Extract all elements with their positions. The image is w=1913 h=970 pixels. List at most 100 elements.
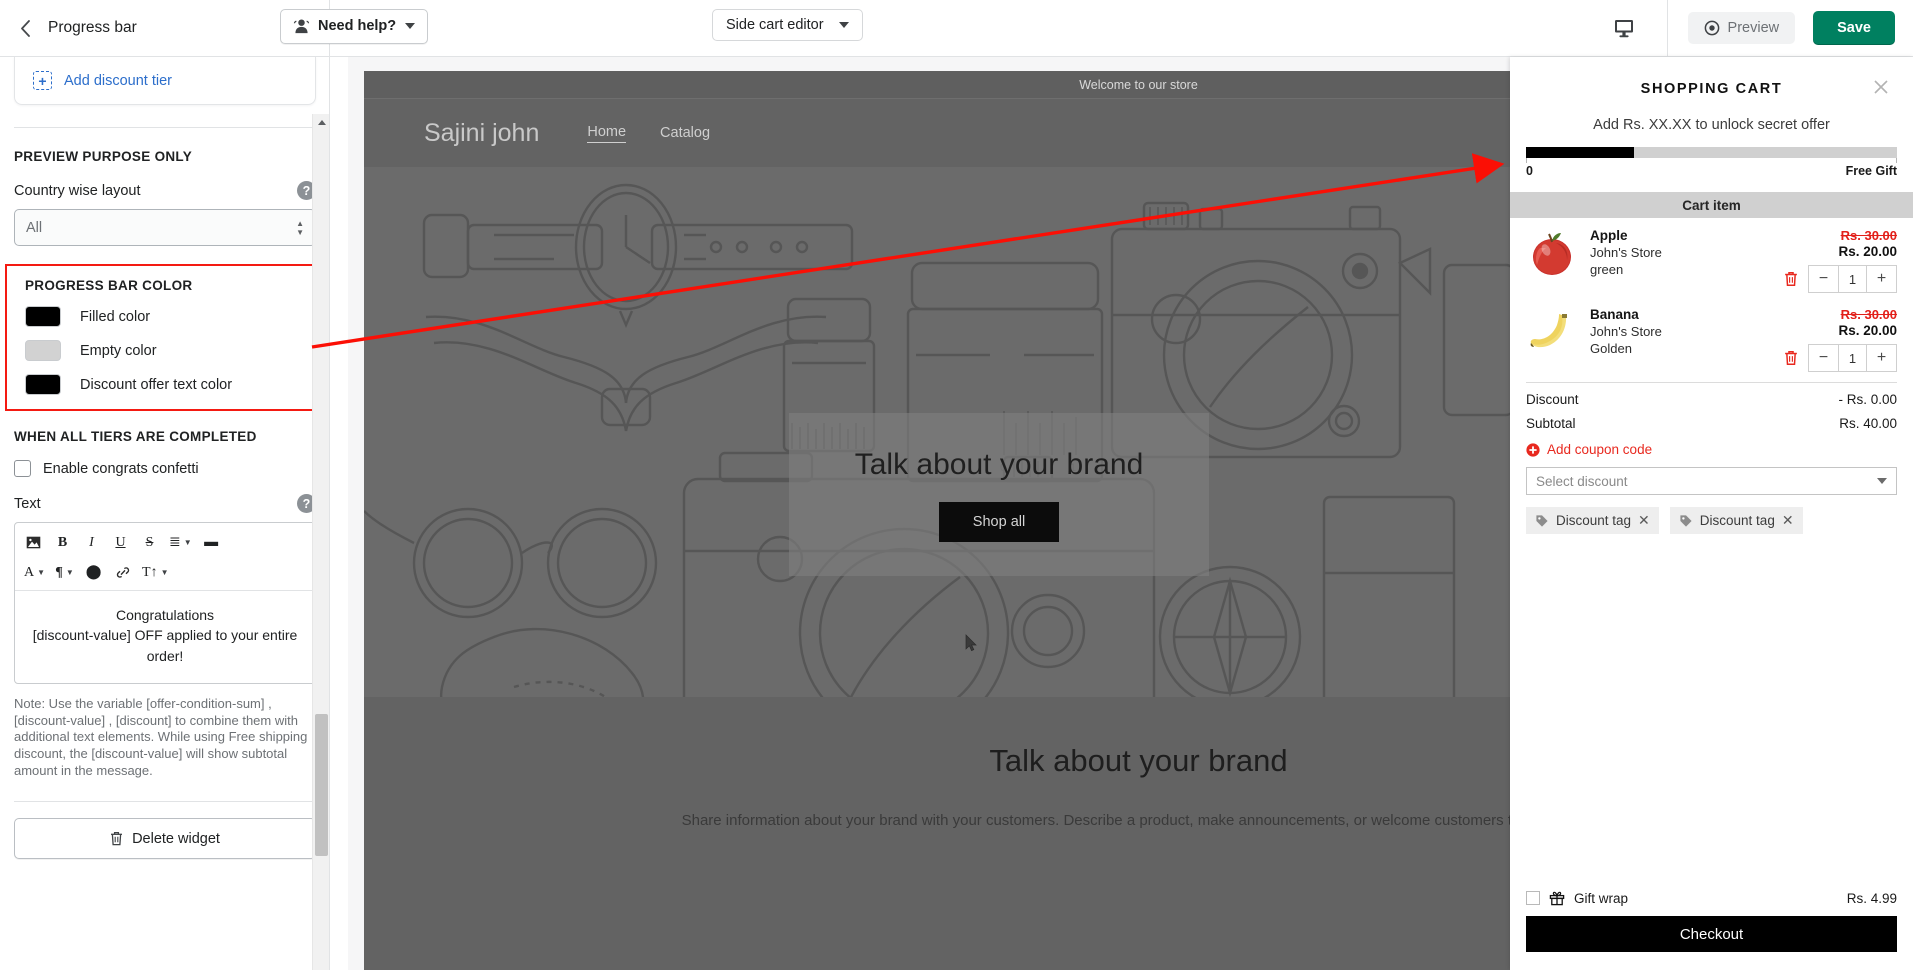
- app-root: Progress bar Need help? Side cart editor: [0, 0, 1913, 970]
- cart-items-header: Cart item: [1510, 192, 1913, 218]
- image-icon[interactable]: [21, 530, 46, 555]
- bold-icon[interactable]: B: [50, 530, 75, 555]
- need-help-button[interactable]: Need help?: [280, 8, 429, 44]
- hero-heading: Talk about your brand: [854, 447, 1144, 481]
- banana-image: [1530, 314, 1567, 348]
- discount-tag-label: Discount tag: [1556, 513, 1632, 528]
- subtotal-value: Rs. 40.00: [1839, 416, 1897, 431]
- qty-increase-button[interactable]: +: [1867, 266, 1896, 292]
- scroll-up-arrow-icon[interactable]: [313, 114, 329, 131]
- qty-decrease-button[interactable]: −: [1809, 266, 1838, 292]
- toolbar-divider: [1666, 0, 1668, 57]
- country-layout-select[interactable]: All ▲ ▼: [14, 209, 316, 246]
- cart-item-row: Banana John's Store Golden Rs. 30.00 Rs.…: [1526, 297, 1897, 376]
- font-size-icon[interactable]: T↑ ▼: [139, 560, 171, 585]
- sidebar-divider-2: [14, 801, 316, 803]
- editor-line-2: [discount-value] OFF applied to your ent…: [32, 627, 298, 664]
- checkout-button[interactable]: Checkout: [1526, 916, 1897, 952]
- page-title: Progress bar: [48, 19, 137, 36]
- paragraph-icon[interactable]: ¶ ▼: [52, 560, 77, 585]
- add-discount-tier-button[interactable]: + Add discount tier: [33, 71, 297, 90]
- progress-bar-labels: 0 Free Gift: [1526, 164, 1897, 178]
- discount-tag-chip[interactable]: Discount tag ✕: [1669, 507, 1803, 534]
- editor-toolbar-row-1: B I U S ≣ ▼ ▬: [21, 530, 309, 555]
- top-bar-right: Preview Save: [1601, 0, 1913, 57]
- editor-toolbar: B I U S ≣ ▼ ▬ A ▼ ¶ ▼ ⬤ T↑ ▼: [15, 523, 315, 591]
- cart-item-vendor: John's Store: [1590, 245, 1662, 260]
- editor-mode-select[interactable]: Side cart editor: [712, 8, 863, 41]
- save-button[interactable]: Save: [1813, 11, 1895, 45]
- select-discount-dropdown[interactable]: Select discount: [1526, 467, 1897, 495]
- back-chevron-icon[interactable]: [14, 17, 36, 39]
- hero-card: Talk about your brand Shop all: [789, 413, 1209, 576]
- progress-offer-block: Add Rs. XX.XX to unlock secret offer 0 F…: [1510, 109, 1913, 178]
- empty-color-label: Empty color: [80, 342, 157, 359]
- qty-value[interactable]: 1: [1838, 345, 1867, 371]
- desktop-monitor-icon: [1614, 19, 1633, 37]
- sidebar-scrollbar[interactable]: [312, 114, 329, 970]
- delete-widget-button[interactable]: Delete widget: [14, 818, 316, 860]
- color-row-offer-text: Discount offer text color: [25, 374, 314, 395]
- tag-icon: [1680, 514, 1692, 527]
- qty-decrease-button[interactable]: −: [1809, 345, 1838, 371]
- tag-icon: [1536, 514, 1548, 527]
- color-row-empty: Empty color: [25, 340, 314, 361]
- cart-item-pricing: Rs. 30.00 Rs. 20.00 − 1 +: [1757, 226, 1897, 293]
- apple-image: [1533, 233, 1571, 275]
- progress-start-label: 0: [1526, 164, 1533, 178]
- progress-bar-track: [1526, 147, 1897, 163]
- text-color-icon[interactable]: A ▼: [21, 560, 48, 585]
- remove-tag-x-icon[interactable]: ✕: [1782, 512, 1794, 529]
- editor-content[interactable]: Congratulations [discount-value] OFF app…: [15, 591, 315, 683]
- store-name: Sajini john: [424, 118, 540, 147]
- settings-sidebar: + Add discount tier PREVIEW PURPOSE ONLY…: [0, 57, 330, 970]
- strikethrough-icon[interactable]: S: [137, 530, 162, 555]
- scrollbar-thumb[interactable]: [315, 714, 328, 856]
- stepper-arrows-icon: ▲ ▼: [296, 218, 304, 237]
- discount-row: Discount - Rs. 0.00: [1526, 392, 1897, 407]
- gift-wrap-price: Rs. 4.99: [1846, 890, 1897, 906]
- enable-confetti-checkbox[interactable]: [14, 460, 31, 477]
- cart-item-name: Banana: [1590, 307, 1639, 322]
- empty-color-swatch[interactable]: [25, 340, 61, 361]
- shop-all-button[interactable]: Shop all: [938, 501, 1060, 542]
- variables-note: Note: Use the variable [offer-condition-…: [14, 696, 308, 778]
- italic-icon[interactable]: I: [79, 530, 104, 555]
- remove-item-trash-icon[interactable]: [1784, 350, 1798, 366]
- link-icon[interactable]: [110, 560, 135, 585]
- horizontal-rule-icon[interactable]: ▬: [199, 530, 224, 555]
- qty-increase-button[interactable]: +: [1867, 345, 1896, 371]
- nav-link-catalog[interactable]: Catalog: [660, 125, 710, 141]
- underline-icon[interactable]: U: [108, 530, 133, 555]
- confetti-row: Enable congrats confetti: [14, 460, 316, 477]
- discount-tag-chip[interactable]: Discount tag ✕: [1526, 507, 1659, 534]
- highlight-color-icon[interactable]: ⬤: [81, 560, 106, 585]
- color-row-filled: Filled color: [25, 306, 314, 327]
- discount-tags: Discount tag ✕ Discount tag ✕: [1526, 507, 1897, 534]
- desktop-view-button[interactable]: [1601, 8, 1647, 48]
- cart-totals: Discount - Rs. 0.00 Subtotal Rs. 40.00 A…: [1510, 383, 1913, 534]
- preview-button[interactable]: Preview: [1687, 12, 1796, 44]
- quantity-stepper: − 1 +: [1808, 265, 1897, 293]
- cart-item-variant: Golden: [1590, 341, 1632, 356]
- preview-label: Preview: [1727, 20, 1780, 36]
- close-x-icon[interactable]: [1871, 77, 1891, 97]
- chevron-down-icon: [1877, 478, 1887, 484]
- discount-offer-text-color-swatch[interactable]: [25, 374, 61, 395]
- gift-icon: [1549, 891, 1565, 906]
- country-layout-value: All: [26, 219, 43, 236]
- filled-color-swatch[interactable]: [25, 306, 61, 327]
- cart-footer: Gift wrap Rs. 4.99 Checkout: [1510, 882, 1913, 970]
- cart-item-info: Apple John's Store green: [1590, 226, 1745, 293]
- progress-bar-fill: [1526, 147, 1634, 158]
- add-coupon-code-button[interactable]: Add coupon code: [1526, 442, 1897, 457]
- preview-purpose-heading: PREVIEW PURPOSE ONLY: [14, 149, 193, 164]
- gift-wrap-row: Gift wrap Rs. 4.99: [1526, 882, 1897, 916]
- nav-link-home[interactable]: Home: [587, 124, 627, 143]
- qty-value[interactable]: 1: [1838, 266, 1867, 292]
- gift-wrap-checkbox[interactable]: [1526, 891, 1540, 905]
- remove-tag-x-icon[interactable]: ✕: [1638, 512, 1650, 529]
- progress-tick-end: [1896, 158, 1897, 163]
- align-icon[interactable]: ≣ ▼: [166, 530, 195, 555]
- remove-item-trash-icon[interactable]: [1784, 271, 1798, 287]
